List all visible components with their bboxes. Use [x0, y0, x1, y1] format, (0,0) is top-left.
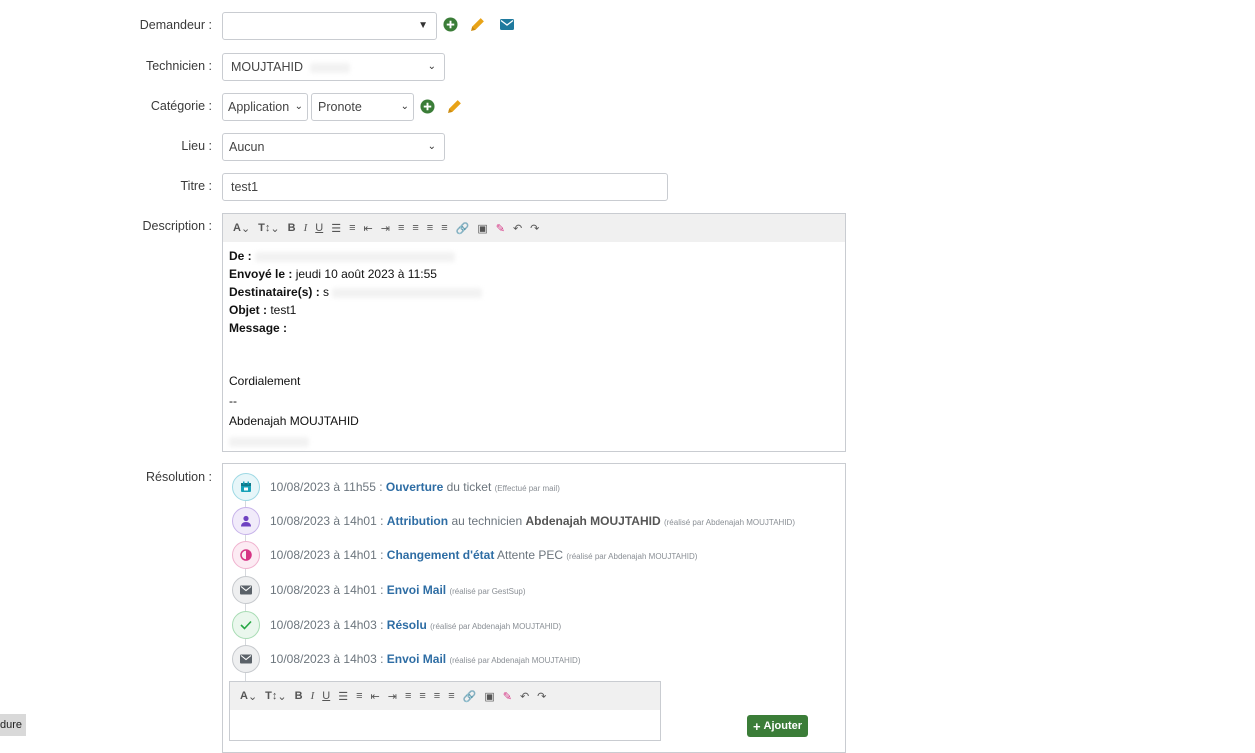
chevron-down-icon: ⌄ [427, 141, 436, 152]
ajouter-label: Ajouter [763, 720, 803, 732]
resolution-label: Résolution : [145, 470, 212, 484]
souscategorie-select[interactable]: Pronote ⌄ [311, 93, 414, 121]
font-size-icon[interactable]: T↕ ⌄ [258, 218, 279, 238]
user-icon [232, 507, 260, 535]
envelope-icon [232, 645, 260, 673]
chevron-down-icon: ⌄ [427, 61, 436, 72]
lieu-value: Aucun [229, 140, 265, 154]
font-color-icon[interactable]: A ⌄ [233, 218, 250, 238]
resolution-toolbar: A ⌄ T↕ ⌄ B I U ☰ ≡ ⇤ ⇥ ≡ ≡ ≡ ≡ 🔗 ▣ ✎ ↶ ↷ [230, 682, 660, 710]
undo-icon[interactable]: ↶ [520, 686, 529, 706]
plus-icon: + [752, 718, 761, 734]
mail-demandeur-icon[interactable] [500, 19, 514, 30]
underline-icon[interactable]: U [322, 686, 330, 706]
add-categorie-icon[interactable] [420, 99, 435, 114]
indent-icon[interactable]: ⇥ [381, 218, 390, 238]
adjust-icon [232, 541, 260, 569]
link-icon[interactable]: 🔗 [456, 218, 470, 238]
numbered-list-icon[interactable]: ≡ [349, 218, 355, 238]
image-icon[interactable]: ▣ [477, 218, 487, 238]
eraser-icon[interactable]: ✎ [496, 218, 505, 238]
indent-icon[interactable]: ⇥ [388, 686, 397, 706]
demandeur-select[interactable]: ▼ [222, 12, 437, 40]
numbered-list-icon[interactable]: ≡ [356, 686, 362, 706]
description-label: Description : [142, 219, 212, 233]
outdent-icon[interactable]: ⇤ [364, 218, 373, 238]
categorie-label: Catégorie : [150, 99, 212, 113]
align-right-icon[interactable]: ≡ [434, 686, 440, 706]
bottom-left-tab[interactable]: dure [0, 714, 26, 736]
align-left-icon[interactable]: ≡ [398, 218, 404, 238]
add-demandeur-icon[interactable] [443, 17, 458, 32]
description-content: De : Envoyé le : jeudi 10 août 2023 à 11… [229, 247, 483, 450]
titre-label: Titre : [180, 179, 212, 193]
link-icon[interactable]: 🔗 [463, 686, 477, 706]
justify-icon[interactable]: ≡ [441, 218, 447, 238]
technicien-label: Technicien : [145, 59, 212, 73]
align-right-icon[interactable]: ≡ [427, 218, 433, 238]
italic-icon[interactable]: I [304, 218, 308, 238]
edit-demandeur-pencil-icon[interactable] [469, 16, 486, 33]
italic-icon[interactable]: I [311, 686, 315, 706]
lieu-select[interactable]: Aucun ⌄ [222, 133, 445, 161]
redo-icon[interactable]: ↷ [530, 218, 539, 238]
demandeur-label: Demandeur : [139, 18, 212, 32]
technicien-value: MOUJTAHID [231, 60, 303, 74]
underline-icon[interactable]: U [315, 218, 323, 238]
eraser-icon[interactable]: ✎ [503, 686, 512, 706]
font-color-icon[interactable]: A ⌄ [240, 686, 257, 706]
redo-icon[interactable]: ↷ [537, 686, 546, 706]
ajouter-button[interactable]: + Ajouter [747, 715, 808, 737]
categorie-value: Application [228, 100, 290, 114]
envelope-icon [232, 576, 260, 604]
categorie-select[interactable]: Application ⌄ [222, 93, 308, 121]
justify-icon[interactable]: ≡ [448, 686, 454, 706]
titre-input[interactable]: test1 [222, 173, 668, 201]
align-center-icon[interactable]: ≡ [419, 686, 425, 706]
bullet-list-icon[interactable]: ☰ [331, 218, 341, 238]
outdent-icon[interactable]: ⇤ [371, 686, 380, 706]
edit-categorie-pencil-icon[interactable] [446, 98, 463, 115]
check-icon [232, 611, 260, 639]
align-center-icon[interactable]: ≡ [412, 218, 418, 238]
bullet-list-icon[interactable]: ☰ [338, 686, 348, 706]
align-left-icon[interactable]: ≡ [405, 686, 411, 706]
calendar-icon [232, 473, 260, 501]
chevron-down-icon: ▼ [418, 20, 428, 31]
technicien-select[interactable]: MOUJTAHID ⌄ [222, 53, 445, 81]
titre-value: test1 [231, 180, 259, 194]
description-toolbar: A ⌄ T↕ ⌄ B I U ☰ ≡ ⇤ ⇥ ≡ ≡ ≡ ≡ 🔗 ▣ ✎ ↶ ↷ [223, 214, 845, 242]
souscategorie-value: Pronote [318, 100, 362, 114]
chevron-down-icon: ⌄ [294, 101, 303, 112]
undo-icon[interactable]: ↶ [513, 218, 522, 238]
chevron-down-icon: ⌄ [400, 101, 409, 112]
bold-icon[interactable]: B [288, 218, 296, 238]
lieu-label: Lieu : [181, 139, 212, 153]
image-icon[interactable]: ▣ [484, 686, 494, 706]
font-size-icon[interactable]: T↕ ⌄ [265, 686, 286, 706]
bold-icon[interactable]: B [295, 686, 303, 706]
